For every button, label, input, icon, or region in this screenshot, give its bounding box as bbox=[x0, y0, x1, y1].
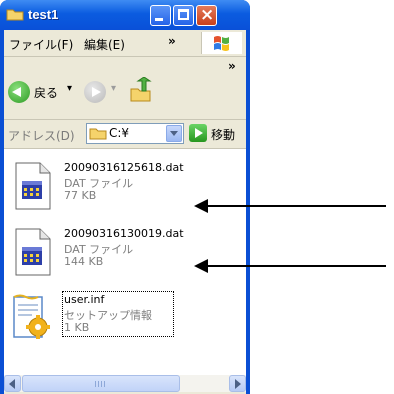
address-value: C:¥ bbox=[109, 126, 130, 140]
horizontal-scrollbar[interactable] bbox=[4, 375, 246, 392]
windows-logo-icon bbox=[201, 32, 242, 54]
address-label: アドレス(D) bbox=[8, 129, 75, 143]
list-item[interactable]: 20090316125618.dat DAT ファイル 77 KB bbox=[10, 161, 210, 221]
menu-edit[interactable]: 編集(E) bbox=[84, 36, 125, 53]
menu-overflow-chevron[interactable]: » bbox=[168, 34, 176, 48]
setup-info-icon bbox=[13, 294, 50, 339]
explorer-window: test1 × ファイル(F) 編集(E) » » 戻る ▾ ▾ アドレス(D)… bbox=[0, 0, 250, 394]
file-name: 20090316130019.dat bbox=[64, 227, 184, 240]
list-item[interactable]: 20090316130019.dat DAT ファイル 144 KB bbox=[10, 227, 210, 287]
address-dropdown-button[interactable] bbox=[166, 125, 182, 142]
forward-dropdown[interactable]: ▾ bbox=[111, 83, 116, 94]
close-icon: × bbox=[200, 5, 215, 25]
file-size: 1 KB bbox=[64, 321, 90, 334]
folder-icon bbox=[6, 9, 24, 21]
menu-file[interactable]: ファイル(F) bbox=[9, 36, 73, 53]
maximize-button[interactable] bbox=[173, 5, 194, 26]
title-bar[interactable]: test1 × bbox=[0, 0, 250, 30]
address-bar: アドレス(D) C:¥ 移動 bbox=[4, 120, 246, 149]
annotation-arrow bbox=[194, 199, 386, 213]
address-field[interactable]: C:¥ bbox=[86, 123, 184, 144]
menu-bar: ファイル(F) 編集(E) » bbox=[4, 30, 246, 57]
scroll-right-icon[interactable] bbox=[229, 375, 246, 392]
dat-file-icon bbox=[15, 162, 51, 210]
minimize-button[interactable] bbox=[150, 5, 171, 26]
dat-file-icon bbox=[15, 228, 51, 276]
file-size: 144 KB bbox=[64, 255, 104, 268]
file-list: 20090316125618.dat DAT ファイル 77 KB 200903… bbox=[4, 149, 246, 375]
forward-arrow-icon[interactable] bbox=[84, 81, 106, 103]
annotation-arrow bbox=[194, 259, 386, 273]
scrollbar-thumb[interactable] bbox=[22, 375, 180, 392]
back-arrow-icon[interactable] bbox=[8, 81, 30, 103]
toolbar: » 戻る ▾ ▾ bbox=[4, 57, 246, 120]
toolbar-overflow-chevron[interactable]: » bbox=[228, 59, 236, 73]
go-button-label[interactable]: 移動 bbox=[211, 126, 235, 143]
close-button[interactable]: × bbox=[196, 5, 217, 26]
go-arrow-icon[interactable] bbox=[189, 124, 207, 142]
file-name: 20090316125618.dat bbox=[64, 161, 184, 174]
window-title: test1 bbox=[28, 7, 59, 22]
back-dropdown[interactable]: ▾ bbox=[67, 83, 72, 94]
file-name: user.inf bbox=[64, 293, 105, 306]
back-button-label[interactable]: 戻る bbox=[34, 84, 58, 101]
list-item[interactable]: user.inf セットアップ情報 1 KB bbox=[10, 291, 210, 353]
scroll-left-icon[interactable] bbox=[4, 375, 21, 392]
file-size: 77 KB bbox=[64, 189, 97, 202]
window-client: ファイル(F) 編集(E) » » 戻る ▾ ▾ アドレス(D) C:¥ 移動 … bbox=[4, 30, 246, 394]
grip-icon bbox=[95, 381, 107, 387]
up-folder-icon[interactable] bbox=[129, 77, 153, 103]
folder-icon bbox=[89, 128, 107, 140]
